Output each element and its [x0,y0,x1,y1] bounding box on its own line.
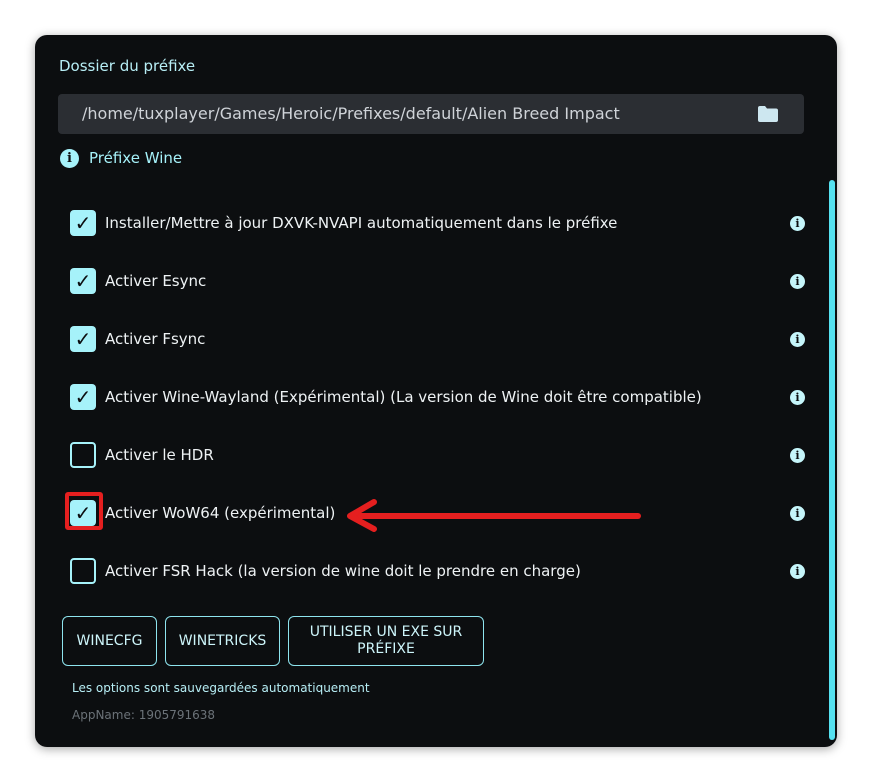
prefix-path-field[interactable]: /home/tuxplayer/Games/Heroic/Prefixes/de… [58,94,804,134]
wine-prefix-label: Préfixe Wine [89,149,183,167]
option-label: Activer le HDR [105,446,214,464]
appname-label: AppName: 1905791638 [72,708,216,722]
option-fsync[interactable]: ✓ Activer Fsync i [70,325,805,353]
checkmark-icon: ✓ [74,327,92,351]
winecfg-button[interactable]: WINECFG [62,616,157,666]
info-icon[interactable]: i [790,332,805,347]
red-arrow-icon [347,499,641,532]
winetricks-button[interactable]: WINETRICKS [165,616,280,666]
info-icon: i [60,148,79,168]
vertical-scrollbar[interactable] [829,180,835,740]
info-icon[interactable]: i [790,390,805,405]
wine-prefix-info[interactable]: i Préfixe Wine [60,148,182,168]
info-icon[interactable]: i [790,216,805,231]
info-icon[interactable]: i [790,274,805,289]
checkmark-icon: ✓ [74,385,92,409]
prefix-path-value[interactable]: /home/tuxplayer/Games/Heroic/Prefixes/de… [82,104,620,123]
option-hdr[interactable]: Activer le HDR i [70,441,805,469]
run-exe-on-prefix-button[interactable]: UTILISER UN EXE SUR PRÉFIXE [288,616,484,666]
option-label: Activer Fsync [105,330,206,348]
info-icon[interactable]: i [790,506,805,521]
esync-checkbox[interactable]: ✓ [70,268,96,294]
fsync-checkbox[interactable]: ✓ [70,326,96,352]
option-label: Activer Esync [105,272,207,290]
fsr-hack-checkbox[interactable] [70,558,96,584]
option-dxvk-nvapi[interactable]: ✓ Installer/Mettre à jour DXVK-NVAPI aut… [70,209,805,237]
option-label: Activer WoW64 (expérimental) [105,504,336,522]
info-icon[interactable]: i [790,448,805,463]
hdr-checkbox[interactable] [70,442,96,468]
option-label: Installer/Mettre à jour DXVK-NVAPI autom… [105,214,618,232]
option-wine-wayland[interactable]: ✓ Activer Wine-Wayland (Expérimental) (L… [70,383,805,411]
option-fsr-hack[interactable]: Activer FSR Hack (la version de wine doi… [70,557,805,585]
highlight-box [65,492,103,530]
checkmark-icon: ✓ [74,269,92,293]
autosave-note: Les options sont sauvegardées automatiqu… [72,681,370,695]
info-icon[interactable]: i [790,564,805,579]
option-label: Activer FSR Hack (la version de wine doi… [105,562,581,580]
prefix-folder-label: Dossier du préfixe [59,57,196,75]
dxvk-nvapi-checkbox[interactable]: ✓ [70,210,96,236]
option-label: Activer Wine-Wayland (Expérimental) (La … [105,388,702,406]
folder-icon[interactable] [757,105,779,123]
wine-wayland-checkbox[interactable]: ✓ [70,384,96,410]
option-esync[interactable]: ✓ Activer Esync i [70,267,805,295]
checkmark-icon: ✓ [74,211,92,235]
